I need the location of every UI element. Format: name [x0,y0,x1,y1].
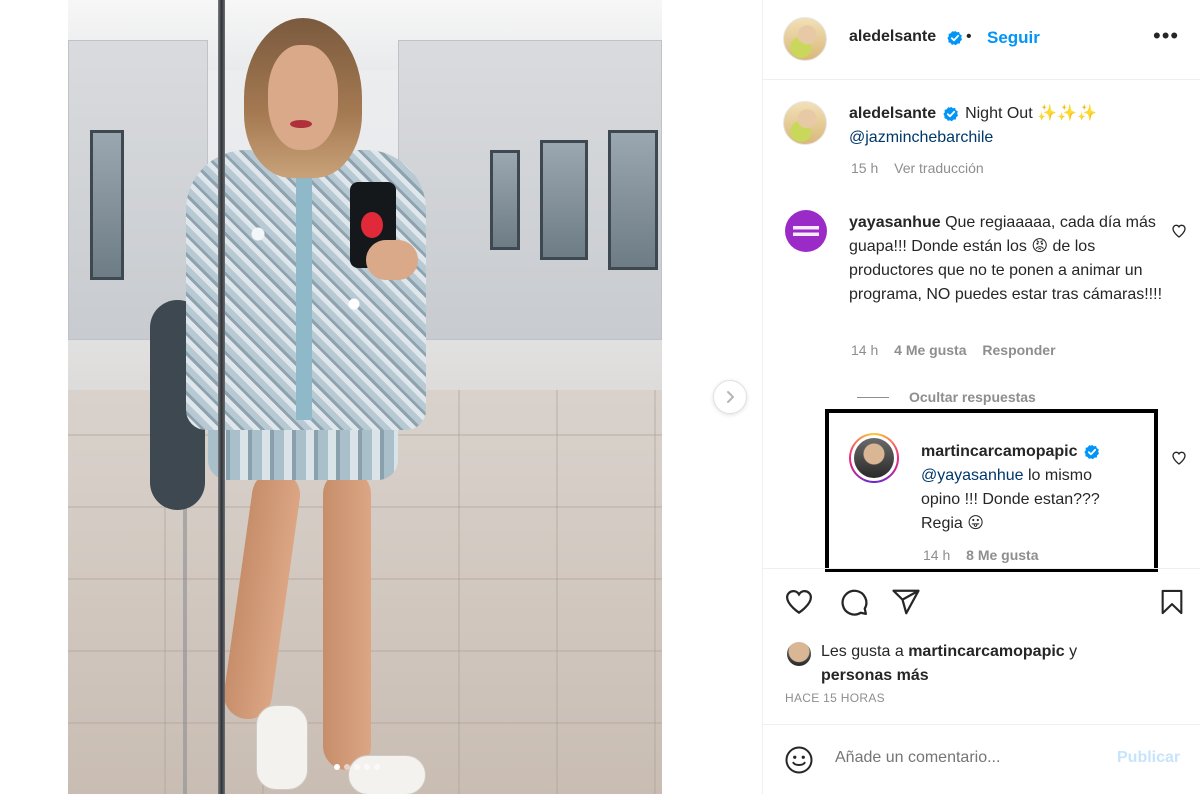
publish-button[interactable]: Publicar [1117,749,1180,767]
window [490,150,520,250]
likes-text: Les gusta a martincarcamopapic y persona… [821,640,1161,688]
likes-prefix: Les gusta a [821,643,904,660]
angry-emoji: 😡 [1031,238,1049,255]
heart-icon[interactable] [784,587,814,617]
reply-button[interactable]: Responder [982,342,1055,358]
author-username[interactable]: aledelsante [849,28,936,46]
hide-replies-label: Ocultar respuestas [909,389,1036,405]
phone-case-art [361,212,383,238]
caption-meta: 15 h Ver traducción [851,160,984,176]
divider [857,396,889,398]
leg [323,470,371,770]
carousel-dot [334,764,340,770]
follow-button[interactable]: Seguir [987,28,1040,48]
comment-time[interactable]: 14 h [851,342,878,358]
caption-text-block: aledelsante Night Out ✨✨✨ @jazminchebarc… [849,102,1169,150]
comment-username[interactable]: yayasanhue [849,214,941,231]
caption-time[interactable]: 15 h [851,160,878,176]
carousel-dot [344,764,350,770]
shoe [256,705,308,790]
carousel-dot [354,764,360,770]
caption-username[interactable]: aledelsante [849,105,936,122]
emoji-icon[interactable] [784,745,814,775]
shoe [348,755,426,794]
carousel-dot [374,764,380,770]
comment-like-heart-icon[interactable] [1171,223,1187,239]
liker-avatar[interactable] [787,642,811,666]
add-comment-bar: Publicar [763,724,1200,794]
action-bar [763,568,1200,632]
caption-text: Night Out ✨✨✨ [965,105,1097,122]
caption-mention[interactable]: @jazminchebarchile [849,129,993,146]
more-options-button[interactable]: ••• [1153,25,1179,47]
mirror-pole [218,0,225,794]
separator-dot: • [966,28,972,45]
author-avatar[interactable] [783,17,827,61]
window [540,140,588,260]
carousel-dot [364,764,370,770]
post-header: aledelsante • Seguir ••• [763,0,1200,80]
carousel-dots [334,764,380,770]
reply-like-heart-icon[interactable] [1171,450,1187,466]
post-side-panel: aledelsante • Seguir ••• aledelsante Nig… [762,0,1200,794]
comment-input[interactable] [835,749,1105,767]
lips [290,120,312,128]
verified-badge-icon [943,106,958,121]
likes-others-link[interactable]: personas más [821,667,929,684]
window [608,130,658,270]
next-photo-button[interactable] [713,380,747,414]
post-photo[interactable] [68,0,662,794]
translate-link[interactable]: Ver traducción [894,160,984,176]
highlight-box [825,409,1158,572]
face [268,45,338,150]
caption-avatar[interactable] [783,101,827,145]
share-icon[interactable] [891,587,921,617]
window [90,130,124,280]
comment-meta: 14 h 4 Me gusta Responder [851,342,1056,358]
post-date[interactable]: HACE 15 HORAS [785,691,885,705]
comment-text-block: yayasanhue Que regiaaaaa, cada día más g… [849,211,1167,307]
comment-avatar[interactable] [785,210,827,252]
verified-badge-icon [947,30,962,46]
hide-replies-button[interactable]: Ocultar respuestas [857,389,1036,405]
liker-username[interactable]: martincarcamopapic [908,643,1065,660]
bookmark-icon[interactable] [1158,587,1186,617]
comment-icon[interactable] [839,587,869,617]
equality-logo-icon [793,226,819,236]
comment-likes[interactable]: 4 Me gusta [894,342,966,358]
chevron-right-icon [727,391,734,403]
hand [366,240,418,280]
shirt-placket [296,160,312,420]
likes-suffix: y [1069,643,1078,660]
